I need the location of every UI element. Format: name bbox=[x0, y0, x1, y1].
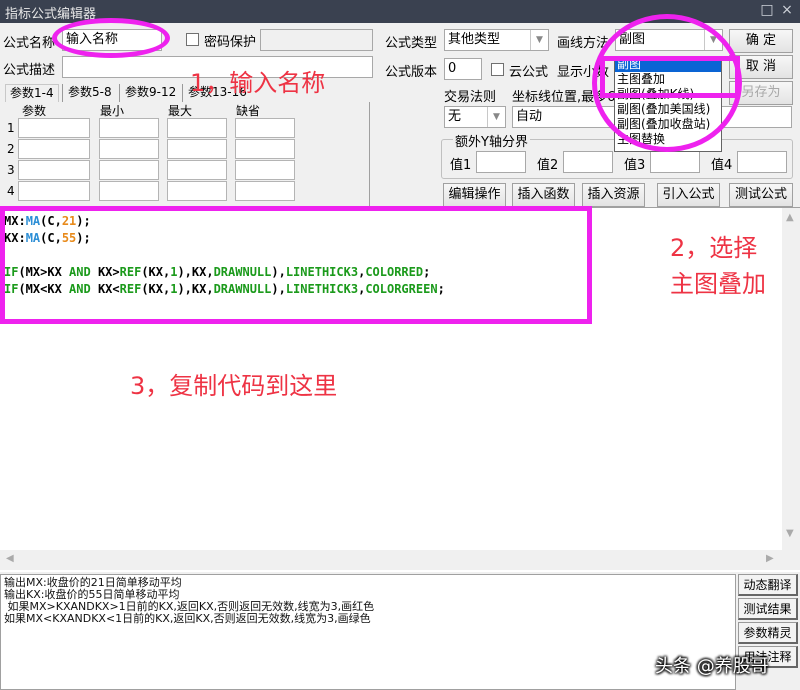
tab-divider bbox=[119, 84, 120, 102]
y-value-3-input[interactable] bbox=[650, 151, 700, 173]
close-icon[interactable]: × bbox=[778, 2, 796, 18]
scroll-up-icon[interactable]: ▲ bbox=[786, 212, 794, 223]
param-cell-name[interactable] bbox=[18, 181, 90, 201]
watermark: 头条 @养股哥 bbox=[655, 656, 769, 677]
horizontal-scrollbar[interactable]: ◀ ▶ bbox=[0, 550, 782, 570]
y-value-1-input[interactable] bbox=[476, 151, 526, 173]
param-row-number: 3 bbox=[7, 163, 15, 177]
formula-name-label: 公式名称 bbox=[3, 36, 56, 51]
y-value-4-input[interactable] bbox=[737, 151, 787, 173]
formula-type-label: 公式类型 bbox=[385, 36, 438, 51]
scroll-left-icon[interactable]: ◀ bbox=[6, 553, 14, 564]
formula-desc-label: 公式描述 bbox=[3, 63, 56, 78]
y-value-1-label: 值1 bbox=[450, 158, 472, 173]
side-tab-param-wizard[interactable]: 参数精灵 bbox=[738, 622, 798, 644]
chevron-down-icon[interactable]: ▼ bbox=[530, 30, 548, 50]
param-cell-max[interactable] bbox=[167, 118, 227, 138]
param-row-number: 1 bbox=[7, 121, 15, 135]
maximize-icon[interactable]: □ bbox=[758, 2, 776, 18]
tab-params-1-4[interactable]: 参数1-4 bbox=[5, 84, 59, 102]
param-cell-default[interactable] bbox=[235, 139, 295, 159]
params-panel: 参数 最小 最大 缺省 1 2 3 4 bbox=[4, 102, 370, 206]
window-title: 指标公式编辑器 bbox=[5, 7, 97, 22]
scroll-down-icon[interactable]: ▼ bbox=[786, 528, 794, 539]
output-line: 如果MX<KXANDKX<1日前的KX,返回KX,否则返回无效数,线宽为3,画绿… bbox=[4, 612, 371, 625]
param-cell-default[interactable] bbox=[235, 118, 295, 138]
cloud-formula-label: 云公式 bbox=[509, 65, 549, 80]
param-cell-min[interactable] bbox=[99, 118, 159, 138]
param-cell-max[interactable] bbox=[167, 139, 227, 159]
cloud-formula-checkbox[interactable] bbox=[491, 63, 504, 76]
highlight-dropdown-rect bbox=[600, 56, 740, 98]
side-tab-test-result[interactable]: 测试结果 bbox=[738, 598, 798, 620]
param-cell-max[interactable] bbox=[167, 160, 227, 180]
password-checkbox[interactable] bbox=[186, 33, 199, 46]
param-cell-name[interactable] bbox=[18, 139, 90, 159]
side-tab-dynamic-translate[interactable]: 动态翻译 bbox=[738, 574, 798, 596]
test-formula-button[interactable]: 测试公式 bbox=[729, 183, 793, 207]
translation-output: 输出MX:收盘价的21日简单移动平均 输出KX:收盘价的55日简单移动平均 如果M… bbox=[0, 574, 736, 690]
vertical-scrollbar[interactable]: ▲ ▼ bbox=[782, 208, 800, 570]
param-cell-min[interactable] bbox=[99, 160, 159, 180]
param-cell-name[interactable] bbox=[18, 160, 90, 180]
formula-type-select[interactable]: 其他类型 ▼ bbox=[444, 29, 549, 51]
annotation-step2-line1: 2，选择 bbox=[670, 234, 758, 262]
param-cell-min[interactable] bbox=[99, 181, 159, 201]
annotation-step1: 1，输入名称 bbox=[190, 69, 326, 97]
chevron-down-icon[interactable]: ▼ bbox=[487, 107, 505, 127]
param-cell-name[interactable] bbox=[18, 118, 90, 138]
trade-rule-select[interactable]: 无 ▼ bbox=[444, 106, 506, 128]
y-value-3-label: 值3 bbox=[624, 158, 646, 173]
ok-button[interactable]: 确 定 bbox=[729, 29, 793, 53]
password-label: 密码保护 bbox=[204, 35, 257, 50]
y-value-4-label: 值4 bbox=[711, 158, 733, 173]
import-formula-button[interactable]: 引入公式 bbox=[657, 183, 720, 207]
password-input[interactable] bbox=[260, 29, 373, 51]
output-lines: 输出MX:收盘价的21日简单移动平均 输出KX:收盘价的55日简单移动平均 如果M… bbox=[1, 575, 735, 627]
param-col-max: 最大 bbox=[168, 104, 193, 118]
scroll-right-icon[interactable]: ▶ bbox=[766, 553, 774, 564]
param-col-default: 缺省 bbox=[236, 104, 261, 118]
param-cell-min[interactable] bbox=[99, 139, 159, 159]
formula-version-input[interactable]: 0 bbox=[444, 58, 482, 80]
tab-params-9-12[interactable]: 参数9-12 bbox=[121, 84, 180, 102]
tab-divider bbox=[182, 84, 183, 102]
trade-rule-value: 无 bbox=[448, 109, 462, 124]
param-col-name: 参数 bbox=[22, 104, 47, 118]
param-cell-default[interactable] bbox=[235, 181, 295, 201]
annotation-step2-line2: 主图叠加 bbox=[670, 270, 766, 298]
y-value-2-label: 值2 bbox=[537, 158, 559, 173]
tab-divider bbox=[62, 84, 63, 102]
trade-rule-label: 交易法则 bbox=[444, 90, 497, 105]
extra-y-axis-label: 额外Y轴分界 bbox=[453, 131, 530, 150]
param-cell-max[interactable] bbox=[167, 181, 227, 201]
formula-version-label: 公式版本 bbox=[385, 65, 438, 80]
param-row-number: 2 bbox=[7, 142, 15, 156]
param-cell-default[interactable] bbox=[235, 160, 295, 180]
formula-type-value: 其他类型 bbox=[448, 32, 501, 47]
param-row-number: 4 bbox=[7, 184, 15, 198]
highlight-code-rect bbox=[0, 206, 592, 324]
insert-function-button[interactable]: 插入函数 bbox=[512, 183, 575, 207]
highlight-name-ellipse bbox=[52, 18, 170, 58]
edit-operations-button[interactable]: 编辑操作 bbox=[443, 183, 506, 207]
param-col-min: 最小 bbox=[100, 104, 125, 118]
insert-resource-button[interactable]: 插入资源 bbox=[582, 183, 645, 207]
annotation-step3: 3，复制代码到这里 bbox=[130, 372, 338, 400]
tab-params-5-8[interactable]: 参数5-8 bbox=[64, 84, 116, 102]
y-value-2-input[interactable] bbox=[563, 151, 613, 173]
